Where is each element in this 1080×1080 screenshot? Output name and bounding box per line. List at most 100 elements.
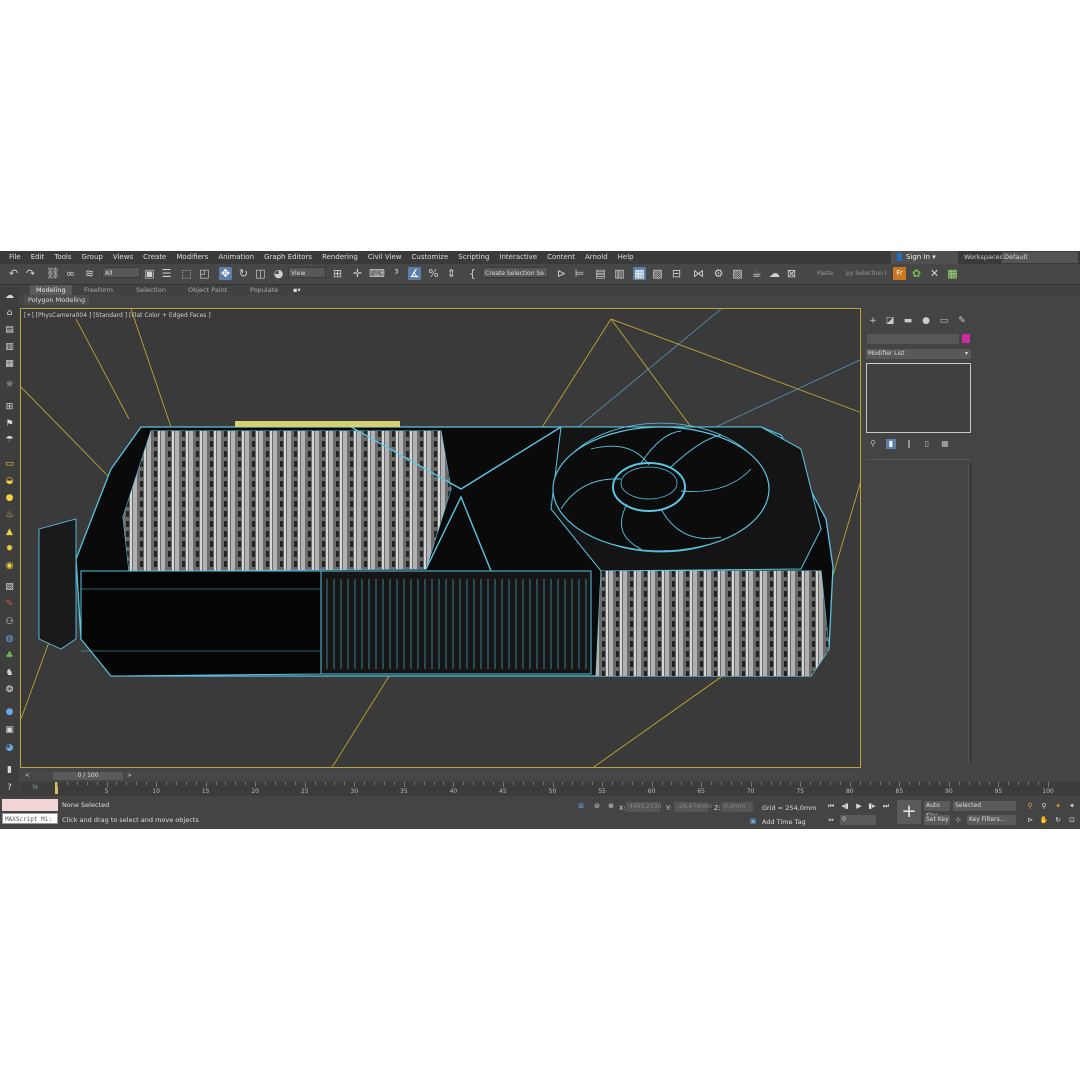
cone-icon[interactable]: ▲ — [3, 527, 16, 538]
character-icon[interactable]: ♞ — [3, 668, 16, 679]
box-select-icon[interactable]: ▣ — [3, 725, 16, 736]
z-coordinate-field[interactable]: 0,0mm — [721, 802, 753, 812]
teapot-icon[interactable]: ♨ — [3, 510, 16, 521]
table-icon[interactable]: ▦ — [946, 267, 959, 280]
motion-tab-icon[interactable]: ● — [920, 316, 932, 327]
selection-lock-icon[interactable]: ⊘ — [592, 801, 602, 811]
key-filters-button[interactable]: Key Filters... — [967, 815, 1016, 825]
fr-icon[interactable]: Fr — [893, 267, 906, 280]
modify-tab-icon[interactable]: ◪ — [884, 316, 896, 327]
pan-icon[interactable]: ✋ — [1039, 815, 1049, 825]
object-color-swatch[interactable] — [962, 334, 970, 343]
grid-icon[interactable]: ▧ — [3, 582, 16, 593]
maxscript-mini-listener[interactable]: MAXScript Mi: — [2, 813, 58, 824]
next-key-icon[interactable]: ▮▸ — [867, 801, 877, 811]
display-tab-icon[interactable]: ▭ — [938, 316, 950, 327]
render-cloud-icon[interactable]: ☁ — [768, 267, 781, 280]
paste-label[interactable]: Paste — [817, 270, 833, 277]
zoom-extents-all-icon[interactable]: ✦ — [1067, 801, 1077, 811]
absolute-mode-icon[interactable]: ⊕ — [606, 801, 616, 811]
layer-icon[interactable]: ▥ — [3, 342, 16, 353]
window-crossing-icon[interactable]: ◰ — [198, 267, 211, 280]
tab-object-paint[interactable]: Object Paint — [188, 285, 227, 295]
create-tab-icon[interactable]: + — [867, 316, 879, 327]
configure-sets-icon[interactable]: ▦ — [940, 439, 950, 449]
pen-icon[interactable]: ✎ — [3, 599, 16, 610]
panel-polygon-modeling[interactable]: Polygon Modeling — [24, 295, 90, 305]
light-icon[interactable]: ☼ — [3, 380, 16, 391]
select-object-icon[interactable]: ▣ — [143, 267, 156, 280]
menu-item-tools[interactable]: Tools — [49, 253, 76, 262]
menu-item-modifiers[interactable]: Modifiers — [171, 253, 213, 262]
render-icon[interactable]: ☕ — [750, 267, 763, 280]
viewport-physcamera[interactable]: [+] [PhysCamera004 ] [Standard ] [Flat C… — [20, 308, 861, 768]
make-unique-icon[interactable]: ∥ — [904, 439, 914, 449]
snap-3d-icon[interactable]: ³ — [390, 267, 403, 280]
camera-icon[interactable]: ⊞ — [3, 402, 16, 413]
menu-item-scripting[interactable]: Scripting — [453, 253, 494, 262]
add-time-tag[interactable]: Add Time Tag — [762, 818, 806, 826]
leaf-icon[interactable]: ✿ — [910, 267, 923, 280]
time-tag-icon[interactable]: ▣ — [748, 816, 758, 826]
py-selection-label[interactable]: py Selection I — [846, 270, 887, 277]
align-icon[interactable]: ⊨ — [573, 267, 586, 280]
workspace-dropdown[interactable]: Default — [1002, 252, 1078, 263]
utilities-tab-icon[interactable]: ✎ — [956, 316, 968, 327]
rect-region-icon[interactable]: ⬚ — [180, 267, 193, 280]
create-icon[interactable]: ☁ — [3, 291, 16, 302]
sign-in-button[interactable]: 👤 Sign In ▾ — [891, 251, 958, 264]
tool-icon[interactable]: ✕ — [928, 267, 941, 280]
maximize-viewport-icon[interactable]: ⊡ — [1067, 815, 1077, 825]
tab-selection[interactable]: Selection — [136, 285, 166, 295]
hierarchy-tab-icon[interactable]: ▬ — [902, 316, 914, 327]
help-icon[interactable]: ? — [3, 783, 16, 794]
menu-item-create[interactable]: Create — [138, 253, 171, 262]
select-by-name-icon[interactable]: ☰ — [160, 267, 173, 280]
spinner-snap-icon[interactable]: ⇕ — [445, 267, 458, 280]
redo-icon[interactable]: ↷ — [24, 267, 37, 280]
space-warp-icon[interactable]: ☂ — [3, 435, 16, 446]
named-selection-dropdown[interactable]: Create Selection Se — [482, 267, 548, 278]
ref-coord-dropdown[interactable]: View — [288, 267, 326, 278]
scene-explorer-icon[interactable]: ▥ — [613, 267, 626, 280]
misc-icon[interactable]: ▮ — [3, 765, 16, 776]
menu-item-views[interactable]: Views — [108, 253, 138, 262]
curve-editor-icon[interactable]: ▧ — [651, 267, 664, 280]
undo-icon[interactable]: ↶ — [7, 267, 20, 280]
layer-explorer-icon[interactable]: ▤ — [594, 267, 607, 280]
maxscript-listener[interactable] — [2, 799, 58, 811]
menu-item-content[interactable]: Content — [542, 253, 580, 262]
orbit-icon[interactable]: ↻ — [1053, 815, 1063, 825]
sun-icon[interactable]: ✹ — [3, 544, 16, 555]
prev-key-icon[interactable]: ◂▮ — [840, 801, 850, 811]
menu-item-civil-view[interactable]: Civil View — [363, 253, 407, 262]
time-slider[interactable]: 0 / 100 — [53, 772, 123, 780]
sphere-blue-icon[interactable]: ● — [3, 707, 16, 718]
fov-icon[interactable]: ⊳ — [1025, 815, 1035, 825]
disc-icon[interactable]: ◉ — [3, 561, 16, 572]
menu-item-group[interactable]: Group — [77, 253, 108, 262]
show-end-result-icon[interactable]: ▮ — [886, 439, 896, 449]
walk-icon[interactable]: ⚇ — [3, 617, 16, 628]
mirror-icon[interactable]: ⊳ — [555, 267, 568, 280]
key-mode-icon[interactable]: ⇔ — [826, 815, 836, 825]
angle-snap-icon[interactable]: ∡ — [408, 267, 421, 280]
hemisphere-icon[interactable]: ◒ — [3, 476, 16, 487]
schematic-icon[interactable]: ▤ — [3, 325, 16, 336]
go-to-start-icon[interactable]: ⏮ — [826, 801, 836, 811]
next-frame-arrow-icon[interactable]: > — [127, 771, 132, 781]
modifier-stack[interactable] — [866, 363, 971, 433]
shapes-icon[interactable]: ⌂ — [3, 308, 16, 319]
selection-filter-dropdown[interactable]: All — [102, 267, 140, 278]
zoom-icon[interactable]: ⚲ — [1025, 801, 1035, 811]
key-mode-dropdown[interactable]: Selected — [953, 801, 1016, 811]
menu-item-graph-editors[interactable]: Graph Editors — [259, 253, 317, 262]
menu-item-animation[interactable]: Animation — [213, 253, 259, 262]
menu-item-help[interactable]: Help — [613, 253, 639, 262]
select-rotate-icon[interactable]: ↻ — [237, 267, 250, 280]
x-coordinate-field[interactable]: 4460,253n — [626, 802, 661, 812]
modifier-list-dropdown[interactable]: Modifier List ▾ — [866, 349, 971, 359]
track-bar[interactable]: ⅓ 5 10 15 20 25 30 35 40 45 50 55 60 65 70 75 80 85 90 95 1… — [20, 782, 1080, 796]
ribbon-toggle-icon[interactable]: ▦ — [633, 267, 646, 280]
keyboard-shortcut-icon[interactable]: ⌨ — [369, 267, 385, 280]
